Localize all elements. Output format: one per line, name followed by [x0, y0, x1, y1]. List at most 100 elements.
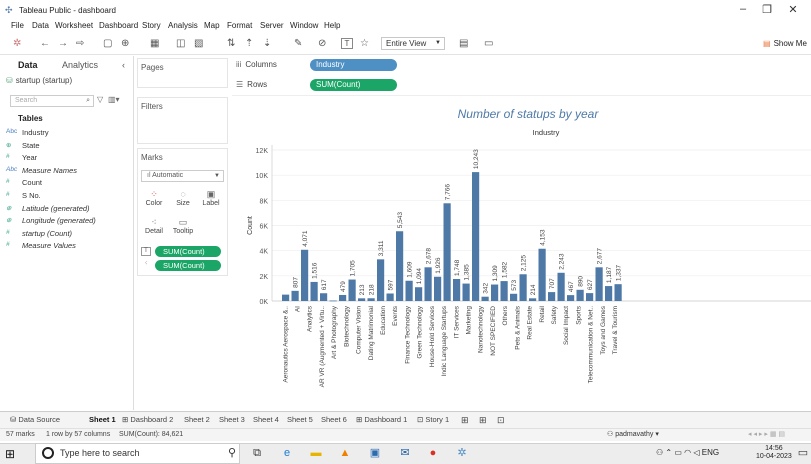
menu-format[interactable]: Format — [227, 21, 252, 30]
mark-type-dropdown[interactable]: ıl Automatic ▼ — [141, 170, 224, 182]
tab-data-source[interactable]: ⛁ Data Source — [10, 415, 60, 424]
collapse-icon[interactable]: ‹ — [122, 60, 125, 70]
filter-icon[interactable]: ▽ — [97, 95, 103, 104]
show-cards-icon[interactable]: ▤ — [459, 37, 468, 51]
field-item[interactable]: ⊕ Longitude (generated) — [6, 216, 96, 225]
undo-icon[interactable]: ← — [40, 37, 50, 51]
vlc-icon[interactable]: ▲ — [338, 447, 352, 459]
tooltip-button[interactable]: ▭ Tooltip — [170, 216, 196, 238]
presentation-icon[interactable]: ▭ — [484, 37, 493, 51]
label-button[interactable]: ▣ Label — [198, 188, 224, 210]
field-item[interactable]: ⊕ State — [6, 141, 40, 150]
restore-icon[interactable]: ❐ — [759, 3, 775, 16]
tab-dashboard-2[interactable]: ⊞ Dashboard 2 — [122, 415, 173, 424]
tab-sheet-2[interactable]: Sheet 2 — [184, 415, 210, 424]
edge-icon[interactable]: e — [280, 447, 294, 459]
save-icon[interactable]: ▢ — [103, 37, 112, 51]
taskbar-search[interactable]: Type here to search — [35, 443, 240, 464]
clear-sheet-icon[interactable]: ▧ — [194, 37, 203, 51]
menu-window[interactable]: Window — [290, 21, 318, 30]
menu-worksheet[interactable]: Worksheet — [55, 21, 93, 30]
mail-icon[interactable]: ✉ — [398, 447, 412, 459]
group-icon[interactable]: ⊘ — [318, 37, 326, 51]
tab-sheet-1[interactable]: Sheet 1 — [89, 415, 116, 424]
color-button[interactable]: ⁘ Color — [141, 188, 167, 210]
new-dashboard-tab-icon[interactable]: ⊞ — [479, 415, 487, 426]
tab-sheet-3[interactable]: Sheet 3 — [219, 415, 245, 424]
search-input[interactable]: Search ⌕ — [10, 95, 94, 107]
tab-analytics[interactable]: Analytics — [62, 60, 98, 70]
tab-sheet-5[interactable]: Sheet 5 — [287, 415, 313, 424]
store-icon[interactable]: ▣ — [368, 447, 382, 459]
detail-button[interactable]: ⁖ Detail — [141, 216, 167, 238]
detail-pill[interactable]: SUM(Count) — [155, 260, 221, 271]
language-indicator[interactable]: ENG — [702, 448, 719, 457]
new-worksheet-icon[interactable]: ▦ — [150, 37, 159, 51]
fit-dropdown[interactable]: Entire View ▼ — [381, 37, 445, 50]
windows-start-icon[interactable]: ⊞ — [5, 447, 15, 461]
string-field-icon: Abc — [6, 165, 18, 173]
menu-analysis[interactable]: Analysis — [168, 21, 198, 30]
columns-pill[interactable]: Industry — [310, 59, 397, 71]
tableau-home-icon[interactable]: ✲ — [13, 37, 21, 51]
tab-sheet-6[interactable]: Sheet 6 — [321, 415, 347, 424]
field-item[interactable]: # Year — [6, 153, 37, 162]
tab-story-1[interactable]: ⊡ Story 1 — [417, 415, 449, 424]
field-item[interactable]: ⊕ Latitude (generated) — [6, 204, 90, 213]
bar — [462, 283, 470, 301]
tab-nav-icons[interactable]: ◂ ◂ ▸ ▸ ▦ ▤ — [748, 430, 785, 438]
field-item[interactable]: # S No. — [6, 191, 41, 200]
task-view-icon[interactable]: ⧉ — [250, 447, 264, 459]
data-label: 2,677 — [596, 248, 603, 265]
field-item[interactable]: # Measure Values — [6, 241, 76, 250]
close-icon[interactable]: ✕ — [785, 3, 801, 16]
menu-story[interactable]: Story — [142, 21, 161, 30]
menu-data[interactable]: Data — [32, 21, 49, 30]
rows-pill[interactable]: SUM(Count) — [310, 79, 397, 91]
fix-axes-icon[interactable]: ☆ — [360, 37, 369, 51]
menu-dashboard[interactable]: Dashboard — [99, 21, 138, 30]
tab-sheet-4[interactable]: Sheet 4 — [253, 415, 279, 424]
field-item[interactable]: Abc Measure Names — [6, 166, 77, 175]
bar — [500, 281, 508, 301]
show-labels-icon[interactable]: T — [341, 38, 353, 49]
data-label: 573 — [511, 280, 518, 291]
menu-server[interactable]: Server — [260, 21, 284, 30]
clock[interactable]: 14:56 10-04-2023 — [756, 445, 792, 461]
field-item[interactable]: # Count — [6, 178, 42, 187]
size-button[interactable]: ◌ Size — [170, 188, 196, 210]
new-datasource-icon[interactable]: ⊕ — [121, 37, 129, 51]
volume-icon[interactable]: ◁ — [693, 448, 699, 457]
people-icon[interactable]: ⚇ — [656, 448, 663, 457]
duplicate-sheet-icon[interactable]: ◫ — [176, 37, 185, 51]
replace-data-icon[interactable]: ⇨ — [76, 37, 84, 51]
tableau-taskbar-icon[interactable]: ✲ — [455, 447, 469, 459]
highlight-icon[interactable]: ✎ — [294, 37, 302, 51]
mic-icon[interactable]: ⚲ — [225, 447, 239, 459]
datasource-item[interactable]: ⛁ startup (startup) — [6, 76, 72, 85]
field-item[interactable]: Abc Industry — [6, 128, 49, 137]
field-item[interactable]: # startup (Count) — [6, 228, 73, 238]
new-worksheet-tab-icon[interactable]: ⊞ — [461, 415, 469, 426]
sort-ascending-icon[interactable]: ⇡ — [245, 37, 253, 51]
user-menu[interactable]: ⚇ padmavathy ▾ — [607, 430, 659, 438]
tab-dashboard-1[interactable]: ⊞ Dashboard 1 — [356, 415, 407, 424]
show-me-button[interactable]: ▤ Show Me — [763, 39, 807, 48]
swap-icon[interactable]: ⇅ — [227, 37, 235, 51]
menu-file[interactable]: File — [11, 21, 24, 30]
field-label: startup (Count) — [22, 228, 73, 238]
tab-data[interactable]: Data — [18, 60, 38, 70]
redo-icon[interactable]: → — [58, 37, 68, 51]
new-story-tab-icon[interactable]: ⊡ — [497, 415, 505, 426]
view-options-icon[interactable]: ▥▾ — [108, 95, 120, 104]
minimize-icon[interactable]: – — [735, 3, 751, 15]
file-explorer-icon[interactable]: ▬ — [309, 447, 323, 459]
sort-descending-icon[interactable]: ⇣ — [263, 37, 271, 51]
data-label: 4,071 — [302, 230, 309, 247]
chrome-icon[interactable]: ● — [426, 447, 440, 459]
notifications-icon[interactable]: ▭ — [796, 447, 810, 459]
tray-chevron-icon[interactable]: ⌃ — [665, 448, 672, 457]
label-pill[interactable]: SUM(Count) — [155, 246, 221, 257]
menu-help[interactable]: Help — [324, 21, 340, 30]
menu-map[interactable]: Map — [204, 21, 220, 30]
